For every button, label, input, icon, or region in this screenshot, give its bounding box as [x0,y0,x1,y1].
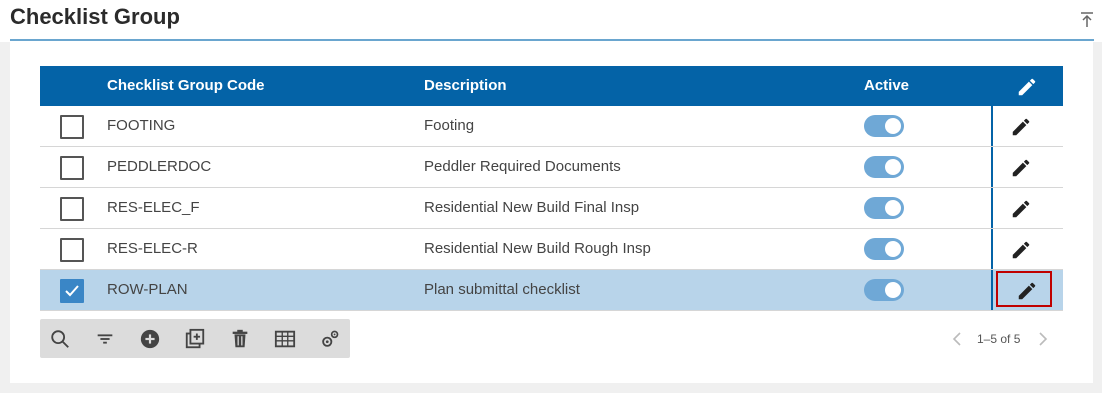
row-description: Footing [424,117,475,134]
column-divider [991,188,993,228]
column-divider [991,106,993,146]
toggle-knob [885,159,901,175]
delete-icon[interactable] [229,328,251,350]
active-toggle[interactable] [864,197,904,219]
edit-icon[interactable] [1010,239,1032,261]
search-icon[interactable] [49,328,71,350]
row-checkbox[interactable] [60,197,84,221]
pagination-label: 1–5 of 5 [977,332,1021,346]
row-code: ROW-PLAN [107,281,188,298]
row-checkbox[interactable] [60,156,84,180]
active-toggle[interactable] [864,238,904,260]
column-header-code[interactable]: Checklist Group Code [107,77,265,94]
chevron-right-icon[interactable] [1036,329,1050,349]
column-header-description[interactable]: Description [424,77,507,94]
active-toggle[interactable] [864,115,904,137]
collapse-icon[interactable] [1078,11,1096,29]
column-divider [991,229,993,269]
row-description: Residential New Build Final Insp [424,199,640,216]
grid-icon[interactable] [274,328,296,350]
row-checkbox-checked[interactable] [60,279,84,303]
page-title: Checklist Group [10,4,180,29]
column-divider [991,270,993,310]
settings-icon[interactable] [319,328,341,350]
toggle-knob [885,118,901,134]
toggle-knob [885,282,901,298]
column-header-active[interactable]: Active [864,77,909,94]
row-checkbox[interactable] [60,238,84,262]
checkmark-icon [65,285,79,297]
edit-icon[interactable] [1010,198,1032,220]
table-row[interactable]: PEDDLERDOC Peddler Required Documents [40,147,1063,188]
active-toggle[interactable] [864,156,904,178]
filter-icon[interactable] [94,328,116,350]
edit-icon[interactable] [1010,116,1032,138]
row-description: Plan submittal checklist [424,281,580,298]
table-row[interactable]: FOOTING Footing [40,106,1063,147]
add-icon[interactable] [139,328,161,350]
active-toggle[interactable] [864,279,904,301]
row-description: Peddler Required Documents [424,158,621,175]
edit-icon[interactable] [1010,157,1032,179]
header-area: Checklist Group [0,0,1102,42]
column-divider [991,147,993,187]
row-code: FOOTING [107,117,176,134]
checklist-table: Checklist Group Code Description Active … [40,66,1063,311]
duplicate-icon[interactable] [184,328,206,350]
row-code: RES-ELEC_F [107,199,200,216]
title-divider [10,39,1094,41]
edit-header-icon [1018,78,1036,96]
row-description: Residential New Build Rough Insp [424,240,651,257]
edit-icon [1018,282,1036,300]
chevron-left-icon[interactable] [950,329,964,349]
toggle-knob [885,200,901,216]
table-row[interactable]: RES-ELEC-R Residential New Build Rough I… [40,229,1063,270]
edit-button-focused[interactable] [996,271,1052,307]
table-toolbar [40,319,350,358]
table-row[interactable]: RES-ELEC_F Residential New Build Final I… [40,188,1063,229]
toggle-knob [885,241,901,257]
row-code: PEDDLERDOC [107,158,212,175]
row-code: RES-ELEC-R [107,240,198,257]
table-row-selected[interactable]: ROW-PLAN Plan submittal checklist [40,270,1063,311]
row-checkbox[interactable] [60,115,84,139]
table-header: Checklist Group Code Description Active [40,66,1063,106]
